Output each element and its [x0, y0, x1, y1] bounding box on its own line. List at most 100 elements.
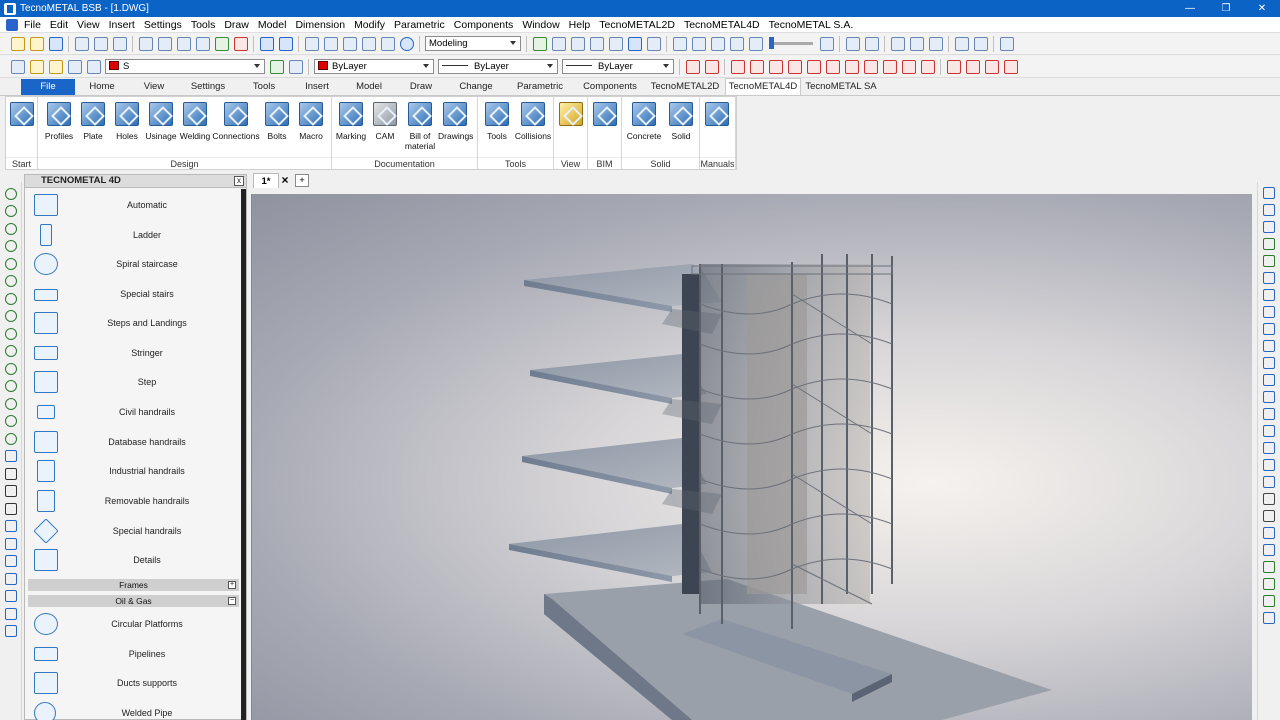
xref-icon[interactable]	[4, 590, 17, 602]
save-icon[interactable]	[48, 36, 63, 51]
panel-item-stringer[interactable]: Stringer	[25, 339, 241, 367]
erase-icon[interactable]	[233, 36, 248, 51]
snap-endpoint-icon[interactable]	[685, 59, 700, 74]
model-space-icon[interactable]	[909, 36, 924, 51]
viewports-icon[interactable]	[819, 36, 834, 51]
color-select[interactable]: ByLayer	[314, 59, 434, 74]
paste-icon[interactable]	[176, 36, 191, 51]
collapse-icon[interactable]: −	[228, 597, 236, 605]
menu-view[interactable]: View	[77, 19, 100, 31]
splinedit-icon[interactable]	[1263, 527, 1275, 539]
polygon-icon[interactable]	[4, 450, 17, 462]
scale-icon[interactable]	[1263, 323, 1275, 335]
tab-view[interactable]: View	[129, 79, 179, 95]
tab-settings[interactable]: Settings	[179, 79, 237, 95]
pedit-icon[interactable]	[1263, 510, 1275, 522]
box-icon[interactable]	[845, 36, 860, 51]
redo-icon[interactable]	[278, 36, 293, 51]
line-icon[interactable]	[4, 187, 17, 200]
menu-help[interactable]: Help	[569, 19, 591, 31]
freeze-icon[interactable]	[48, 59, 63, 74]
chamfer-icon[interactable]	[1263, 442, 1275, 454]
linetype-select[interactable]: ByLayer	[438, 59, 558, 74]
mirror-icon[interactable]	[1263, 306, 1275, 318]
join-icon[interactable]	[1263, 425, 1275, 437]
wipeout-icon[interactable]	[4, 432, 17, 445]
snap-settings-icon[interactable]	[965, 59, 980, 74]
table-icon[interactable]	[4, 467, 17, 480]
properties-icon[interactable]	[304, 36, 319, 51]
explode-icon[interactable]	[1263, 357, 1275, 369]
snap-quadrant-icon[interactable]	[806, 59, 821, 74]
menu-model[interactable]: Model	[258, 19, 287, 31]
help-icon[interactable]	[399, 36, 414, 51]
make-current-icon[interactable]	[288, 59, 303, 74]
panel-item-spiral-staircase[interactable]: Spiral staircase	[25, 250, 241, 278]
panel-item-ducts-supports[interactable]: Ducts supports	[25, 669, 241, 697]
panel-item-ladder[interactable]: Ladder	[25, 221, 241, 249]
tab-file[interactable]: File	[21, 79, 75, 95]
panel-item-industrial-handrails[interactable]: Industrial handrails	[25, 457, 241, 485]
panel-item-step[interactable]: Step	[25, 368, 241, 396]
design-center-icon[interactable]	[323, 36, 338, 51]
print-preview-icon[interactable]	[93, 36, 108, 51]
group-icon[interactable]	[1263, 595, 1275, 607]
panel-item-special-handrails[interactable]: Special handrails	[25, 517, 241, 545]
snap-center-icon[interactable]	[787, 59, 802, 74]
cut-icon[interactable]	[138, 36, 153, 51]
tab-home[interactable]: Home	[75, 79, 129, 95]
tab-insert[interactable]: Insert	[291, 79, 343, 95]
snap-apparent-icon[interactable]	[749, 59, 764, 74]
panel-item-circular-platforms[interactable]: Circular Platforms	[25, 610, 241, 638]
panel-item-civil-handrails[interactable]: Civil handrails	[25, 398, 241, 426]
panel-scrollbar[interactable]	[241, 189, 246, 720]
zoom-extents-icon[interactable]	[608, 36, 623, 51]
snap-tangent-icon[interactable]	[825, 59, 840, 74]
named-views-icon[interactable]	[691, 36, 706, 51]
region-icon[interactable]	[4, 397, 17, 410]
hatchedit-icon[interactable]	[1263, 544, 1275, 556]
trim-icon[interactable]	[1263, 374, 1275, 386]
layer-previous-icon[interactable]	[269, 59, 284, 74]
layer-select[interactable]: S	[105, 59, 265, 74]
section-frames[interactable]: Frames +	[28, 579, 239, 591]
tab-tecnometal2d[interactable]: TecnoMETAL2D	[645, 79, 725, 95]
menu-insert[interactable]: Insert	[109, 19, 135, 31]
undo-icon[interactable]	[259, 36, 274, 51]
orbit-icon[interactable]	[646, 36, 661, 51]
panel-close-icon[interactable]: x	[234, 176, 244, 186]
expand-icon[interactable]: +	[228, 581, 236, 589]
panel-item-steps-and-landings[interactable]: Steps and Landings	[25, 309, 241, 337]
zoom-in-icon[interactable]	[570, 36, 585, 51]
snap-toggle-icon[interactable]	[984, 59, 999, 74]
paper-space-icon[interactable]	[928, 36, 943, 51]
image-icon[interactable]	[4, 607, 17, 620]
copy-object-icon[interactable]	[1263, 204, 1275, 216]
plot-layer-icon[interactable]	[86, 59, 101, 74]
tab-parametric[interactable]: Parametric	[505, 79, 575, 95]
move-icon[interactable]	[1263, 187, 1275, 199]
lighting-slider[interactable]	[769, 37, 813, 49]
panel-item-special-stairs[interactable]: Special stairs	[25, 280, 241, 308]
copy-icon[interactable]	[157, 36, 172, 51]
menu-tecnometal-sa[interactable]: TecnoMETAL S.A.	[769, 19, 854, 31]
attribute-icon[interactable]	[4, 572, 17, 585]
pick-icon[interactable]	[214, 36, 229, 51]
lineweight-select[interactable]: ByLayer	[562, 59, 674, 74]
align-icon[interactable]	[1263, 340, 1275, 352]
layout-icon[interactable]	[890, 36, 905, 51]
block-edit-icon[interactable]	[4, 555, 17, 567]
plot-icon[interactable]	[112, 36, 127, 51]
menu-parametric[interactable]: Parametric	[394, 19, 445, 31]
snap-extension-icon[interactable]	[768, 59, 783, 74]
menu-dimension[interactable]: Dimension	[295, 19, 345, 31]
gradient-icon[interactable]	[4, 380, 17, 392]
view-cube-icon[interactable]	[954, 36, 969, 51]
match-properties-icon[interactable]	[195, 36, 210, 51]
shade-icon[interactable]	[999, 36, 1014, 51]
sphere-icon[interactable]	[864, 36, 879, 51]
ellipse-arc-icon[interactable]	[4, 327, 17, 340]
new-document-tab-icon[interactable]: +	[295, 174, 309, 187]
lengthen-icon[interactable]	[1263, 476, 1275, 488]
minimize-icon[interactable]: —	[1172, 0, 1208, 17]
